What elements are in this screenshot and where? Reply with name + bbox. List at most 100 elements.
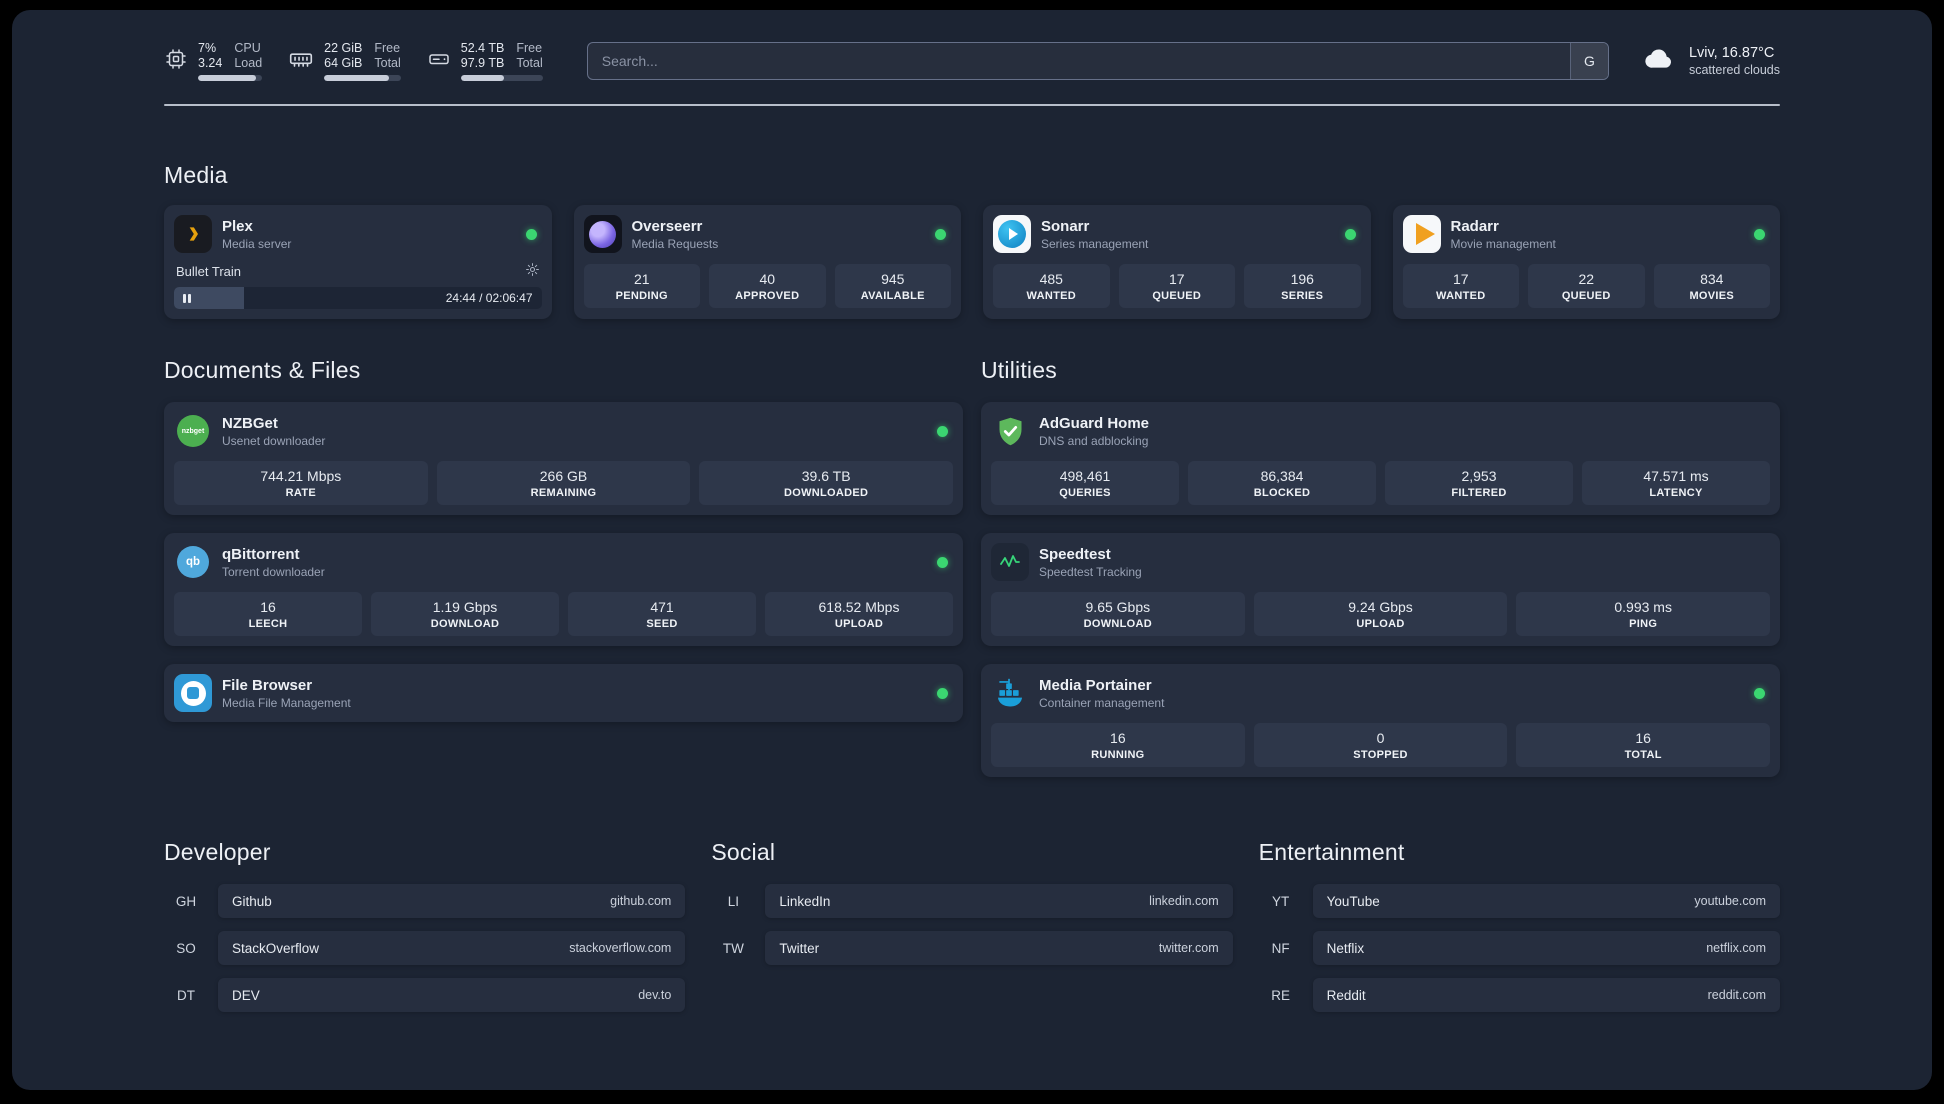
link-abbr: TW — [722, 940, 744, 956]
status-online-dot — [937, 556, 948, 568]
player-settings-gear-icon[interactable] — [525, 262, 540, 280]
search-engine-button[interactable]: G — [1569, 43, 1608, 79]
stat-movies: 834 MOVIES — [1653, 264, 1770, 308]
app-card-overseerr[interactable]: Overseerr Media Requests 21 PENDING 40 APP… — [573, 205, 961, 319]
app-description: Usenet downloader — [222, 433, 326, 448]
app-description: Media Requests — [631, 236, 719, 251]
cpu-percent: 7% — [198, 41, 217, 55]
stat-filtered: 2,953 FILTERED — [1385, 461, 1573, 505]
link-stackoverflow[interactable]: StackOverflow stackoverflow.com — [218, 931, 686, 965]
radarr-icon — [1402, 215, 1441, 253]
disk-icon — [427, 47, 451, 76]
link-abbr: DT — [177, 987, 195, 1003]
app-card-nzbget[interactable]: nzbget NZBGet Usenet downloader 744.21 M… — [164, 402, 963, 515]
link-row-reddit: RE Reddit reddit.com — [1259, 978, 1780, 1012]
link-abbr: RE — [1271, 987, 1291, 1003]
app-name: Plex — [222, 217, 253, 235]
ram-widget: 22 GiB 64 GiB Free Total — [288, 41, 401, 81]
app-description: Movie management — [1450, 236, 1556, 251]
media-section-title: Media — [164, 162, 228, 188]
stat-remaining: 266 GB REMAINING — [436, 461, 691, 505]
cloud-icon — [1639, 43, 1679, 80]
section-social: Social LI LinkedIn linkedin.com TW Twitt… — [711, 839, 1233, 1025]
stat-downloaded: 39.6 TB DOWNLOADED — [699, 461, 953, 505]
app-card-filebrowser[interactable]: File Browser Media File Management — [164, 664, 963, 722]
link-github[interactable]: Github github.com — [218, 884, 686, 918]
now-playing-title: Bullet Train — [176, 263, 242, 279]
link-linkedin[interactable]: LinkedIn linkedin.com — [765, 884, 1233, 918]
app-description: Torrent downloader — [222, 564, 325, 579]
developer-section-title: Developer — [164, 839, 271, 865]
app-card-adguard[interactable]: AdGuard Home DNS and adblocking 498,461 Q… — [981, 402, 1780, 515]
app-card-speedtest[interactable]: Speedtest Speedtest Tracking 9.65 Gbps DO… — [981, 533, 1780, 646]
ram-total-label: Total — [374, 56, 401, 70]
app-card-sonarr[interactable]: Sonarr Series management 485 WANTED 17 QUE… — [983, 205, 1371, 319]
qbittorrent-icon: qb — [174, 543, 212, 581]
link-abbr: GH — [175, 893, 197, 909]
playback-time: 24:44 / 02:06:47 — [445, 291, 533, 305]
app-card-qbittorrent[interactable]: qb qBittorrent Torrent downloader 16 LEEC… — [164, 533, 963, 646]
nzbget-icon: nzbget — [174, 412, 212, 450]
stat-wanted: 17 WANTED — [1402, 264, 1519, 308]
stat-series: 196 SERIES — [1244, 264, 1361, 308]
app-name: Media Portainer — [1039, 676, 1152, 694]
link-row-twitter: TW Twitter twitter.com — [711, 931, 1233, 965]
link-twitter[interactable]: Twitter twitter.com — [765, 931, 1233, 965]
stat-queued: 22 QUEUED — [1528, 264, 1645, 308]
app-card-radarr[interactable]: Radarr Movie management 17 WANTED 22 QUEUE… — [1392, 205, 1780, 319]
link-netflix[interactable]: Netflix netflix.com — [1312, 931, 1780, 965]
stat-download: 1.19 Gbps DOWNLOAD — [371, 592, 559, 636]
search-input[interactable] — [586, 42, 1609, 80]
stat-approved: 40 APPROVED — [709, 264, 826, 308]
disk-widget: 52.4 TB 97.9 TB Free Total — [427, 41, 543, 81]
stat-queued: 17 QUEUED — [1118, 264, 1235, 308]
stat-upload: 9.24 Gbps UPLOAD — [1253, 592, 1508, 636]
app-description: Media File Management — [222, 695, 351, 710]
disk-free-label: Free — [516, 41, 543, 55]
app-description: Container management — [1039, 695, 1165, 710]
status-online-dot — [1344, 228, 1356, 240]
link-row-youtube: YT YouTube youtube.com — [1259, 884, 1780, 918]
ram-usage-bar — [324, 75, 401, 81]
link-reddit[interactable]: Reddit reddit.com — [1312, 978, 1780, 1012]
link-row-netflix: NF Netflix netflix.com — [1259, 931, 1780, 965]
stat-leech: 16 LEECH — [174, 592, 362, 636]
link-dev[interactable]: DEV dev.to — [218, 978, 686, 1012]
section-media: Media Plex Media server Bullet Train 24:… — [164, 162, 1780, 319]
app-card-portainer[interactable]: Media Portainer Container management 16 R… — [981, 664, 1780, 777]
documents-section-title: Documents & Files — [164, 357, 361, 383]
social-section-title: Social — [711, 839, 776, 865]
section-utilities: Utilities AdGuard Home DNS and adblockin… — [981, 357, 1780, 777]
app-description: DNS and adblocking — [1039, 433, 1149, 448]
app-name: AdGuard Home — [1039, 414, 1150, 432]
app-description: Media server — [222, 236, 292, 251]
link-row-stackoverflow: SO StackOverflow stackoverflow.com — [164, 931, 686, 965]
status-online-dot — [937, 687, 948, 699]
portainer-whale-icon — [991, 674, 1029, 712]
pause-icon[interactable] — [183, 293, 191, 303]
stat-download: 9.65 Gbps DOWNLOAD — [991, 592, 1245, 636]
playback-progress-bar[interactable]: 24:44 / 02:06:47 — [174, 287, 542, 309]
cpu-load: 3.24 — [198, 56, 223, 70]
filebrowser-icon — [174, 674, 212, 712]
ram-icon — [288, 46, 314, 77]
stat-ping: 0.993 ms PING — [1516, 592, 1770, 636]
link-abbr: NF — [1271, 940, 1290, 956]
cpu-load-label: Load — [234, 56, 263, 70]
link-youtube[interactable]: YouTube youtube.com — [1312, 884, 1780, 918]
speedtest-graph-icon — [991, 543, 1029, 581]
disk-usage-bar — [460, 75, 543, 81]
stat-available: 945 AVAILABLE — [834, 264, 951, 308]
app-card-plex[interactable]: Plex Media server Bullet Train 24:44 / 0… — [164, 205, 552, 319]
status-online-dot — [935, 228, 946, 240]
entertainment-section-title: Entertainment — [1258, 839, 1405, 865]
plex-icon — [174, 215, 212, 253]
app-description: Speedtest Tracking — [1039, 564, 1142, 579]
app-name: Speedtest — [1039, 545, 1111, 563]
link-row-github: GH Github github.com — [164, 884, 686, 918]
stat-blocked: 86,384 BLOCKED — [1188, 461, 1376, 505]
cpu-icon — [164, 47, 188, 76]
search-bar: G — [586, 42, 1609, 80]
stat-upload: 618.52 Mbps UPLOAD — [765, 592, 953, 636]
link-row-dev: DT DEV dev.to — [164, 978, 686, 1012]
